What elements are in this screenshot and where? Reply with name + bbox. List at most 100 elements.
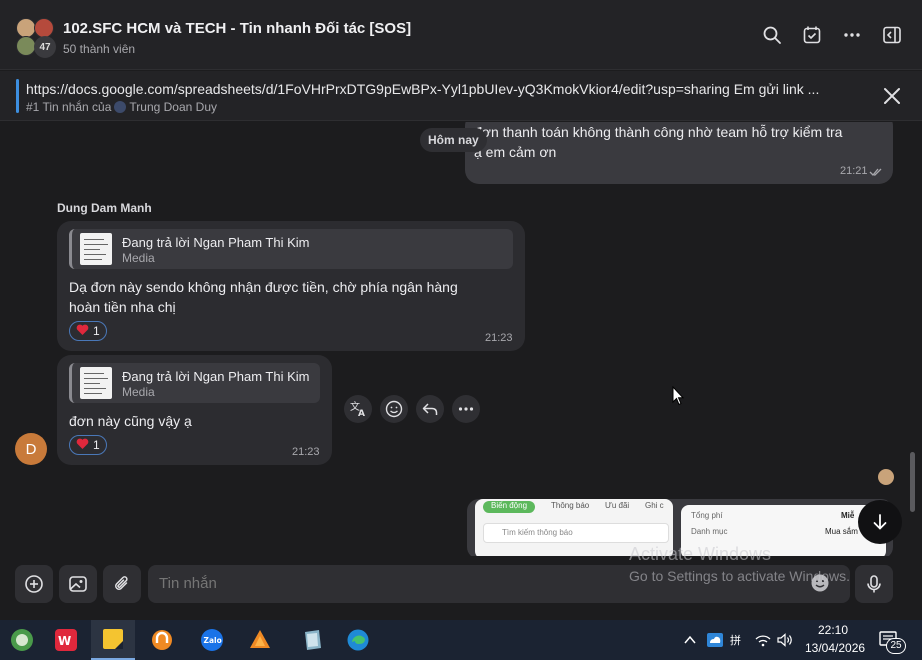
reply-type: Media xyxy=(122,251,155,265)
message-text: Dạ đơn này sendo không nhận được tiền, c… xyxy=(69,277,513,317)
taskbar-clock-time[interactable]: 22:10 xyxy=(818,623,848,637)
preview-label: Tổng phí xyxy=(691,511,723,520)
pinned-sub-author: Trung Doan Duy xyxy=(129,100,218,114)
activate-windows-title: Activate Windows xyxy=(629,544,772,564)
reply-thumbnail xyxy=(80,367,112,399)
voice-message-button[interactable] xyxy=(855,565,893,603)
paperclip-icon xyxy=(115,576,128,590)
zalo-icon[interactable]: Zalo xyxy=(190,620,234,660)
translate-icon[interactable]: 文A xyxy=(344,395,372,423)
heart-reaction[interactable]: 1 xyxy=(69,321,107,341)
member-avatar xyxy=(16,36,36,56)
seen-by-avatar xyxy=(878,469,894,485)
incoming-message-bubble[interactable]: Đang trả lời Ngan Pham Thi Kim Media đơn… xyxy=(57,355,332,465)
reply-quote[interactable]: Đang trả lời Ngan Pham Thi Kim Media xyxy=(69,229,513,269)
message-line-1: Dạ đơn này sendo không nhận được tiền, c… xyxy=(69,279,458,295)
sender-name[interactable]: Dung Dam Manh xyxy=(57,201,152,215)
preview-search: Tìm kiếm thông báo xyxy=(483,523,669,543)
reply-icon[interactable] xyxy=(416,395,444,423)
member-avatar xyxy=(16,18,36,38)
sender-avatar[interactable]: D xyxy=(15,433,47,465)
activate-windows-subtitle: Go to Settings to activate Windows. xyxy=(629,568,850,584)
group-avatar[interactable]: 47 xyxy=(14,16,56,58)
onedrive-icon[interactable] xyxy=(706,631,724,649)
notebook-app-icon[interactable] xyxy=(290,620,334,660)
message-time: 21:23 xyxy=(485,332,513,344)
svg-text:A: A xyxy=(358,409,365,418)
microphone-icon xyxy=(867,575,881,593)
member-count[interactable]: 50 thành viên xyxy=(63,42,135,56)
emoji-react-icon[interactable] xyxy=(380,395,408,423)
preview-label: Danh mục xyxy=(691,527,728,536)
message-composer xyxy=(0,556,922,620)
message-time: 21:21 xyxy=(840,165,868,177)
arrow-down-icon xyxy=(873,514,887,530)
task-checklist-icon[interactable] xyxy=(801,24,823,46)
heart-icon xyxy=(76,324,89,339)
member-avatar xyxy=(34,18,54,38)
preview-label: Mua sắm xyxy=(825,527,858,536)
image-icon xyxy=(69,576,87,592)
wifi-icon[interactable] xyxy=(754,631,772,649)
reply-quote[interactable]: Đang trả lời Ngan Pham Thi Kim Media xyxy=(69,363,320,403)
pinned-sub-prefix: #1 Tin nhắn của xyxy=(26,100,112,114)
side-panel-icon[interactable] xyxy=(881,24,903,46)
image-upload-button[interactable] xyxy=(59,565,97,603)
close-icon[interactable] xyxy=(880,84,904,108)
reply-type: Media xyxy=(122,385,155,399)
scrollbar-thumb[interactable] xyxy=(910,452,915,512)
edge-browser-icon[interactable] xyxy=(336,620,380,660)
pinned-link[interactable]: https://docs.google.com/spreadsheets/d/1… xyxy=(26,81,871,97)
input-language-icon[interactable]: 拼 xyxy=(730,631,748,649)
conversation-title[interactable]: 102.SFC HCM và TECH - Tin nhanh Đối tác … xyxy=(63,20,411,37)
windows-taskbar: W Zalo 拼 22:10 13/04/2026 25 xyxy=(0,620,922,660)
member-avatar-count: 47 xyxy=(34,36,56,58)
reply-thumbnail xyxy=(80,233,112,265)
taskbar-clock-date[interactable]: 13/04/2026 xyxy=(805,641,865,655)
outgoing-message-text: đơn thanh toán không thành công nhờ team… xyxy=(474,122,886,162)
author-avatar xyxy=(114,101,127,113)
preview-tab: Thông báo xyxy=(551,501,590,510)
heart-icon xyxy=(76,438,89,453)
message-text: đơn này cũng vậy ạ xyxy=(69,411,320,431)
svg-text:Zalo: Zalo xyxy=(204,636,222,645)
sticky-notes-icon[interactable] xyxy=(91,620,135,660)
wps-office-icon[interactable]: W xyxy=(44,620,88,660)
pinned-message-bar[interactable]: https://docs.google.com/spreadsheets/d/1… xyxy=(0,71,922,121)
fox-app-icon[interactable] xyxy=(238,620,282,660)
preview-tab: Biến động xyxy=(483,501,536,513)
start-app-icon[interactable] xyxy=(0,620,44,660)
seen-check-icon xyxy=(869,165,883,177)
message-time: 21:23 xyxy=(292,446,320,458)
scroll-to-bottom-button[interactable] xyxy=(858,500,902,544)
reply-title: Đang trả lời Ngan Pham Thi Kim xyxy=(122,369,310,384)
reaction-count: 1 xyxy=(93,438,100,452)
attach-file-button[interactable] xyxy=(103,565,141,603)
mouse-cursor-icon xyxy=(672,385,685,406)
svg-text:W: W xyxy=(58,634,71,648)
pinned-subtitle: #1 Tin nhắn của Trung Doan Duy xyxy=(26,100,217,114)
message-line-1: đơn này cũng vậy ạ xyxy=(69,413,192,429)
volume-icon[interactable] xyxy=(776,631,794,649)
reaction-count: 1 xyxy=(93,324,100,338)
chevron-up-icon[interactable] xyxy=(681,631,699,649)
preview-label: Miễ xyxy=(841,511,855,520)
uniket-icon[interactable] xyxy=(140,620,184,660)
message-list[interactable]: đơn thanh toán không thành công nhờ team… xyxy=(0,122,922,556)
more-actions-icon[interactable] xyxy=(452,395,480,423)
preview-tab: Ưu đãi xyxy=(605,501,630,510)
notification-count-badge: 25 xyxy=(886,638,906,654)
outgoing-line-1: đơn thanh toán không thành công nhờ team… xyxy=(474,124,843,140)
chat-header: 47 102.SFC HCM và TECH - Tin nhanh Đối t… xyxy=(0,0,922,70)
search-icon[interactable] xyxy=(761,24,783,46)
incoming-message-bubble[interactable]: Đang trả lời Ngan Pham Thi Kim Media Dạ … xyxy=(57,221,525,351)
more-options-icon[interactable] xyxy=(841,24,863,46)
chat-app: 47 102.SFC HCM và TECH - Tin nhanh Đối t… xyxy=(0,0,922,620)
reply-title: Đang trả lời Ngan Pham Thi Kim xyxy=(122,235,310,250)
svg-text:拼: 拼 xyxy=(730,633,741,647)
message-line-2: hoàn tiền nha chị xyxy=(69,299,176,315)
heart-reaction[interactable]: 1 xyxy=(69,435,107,455)
preview-tab: Ghi c xyxy=(645,501,664,510)
add-attachment-button[interactable] xyxy=(15,565,53,603)
outgoing-line-2: ạ em cảm ơn xyxy=(474,144,557,160)
